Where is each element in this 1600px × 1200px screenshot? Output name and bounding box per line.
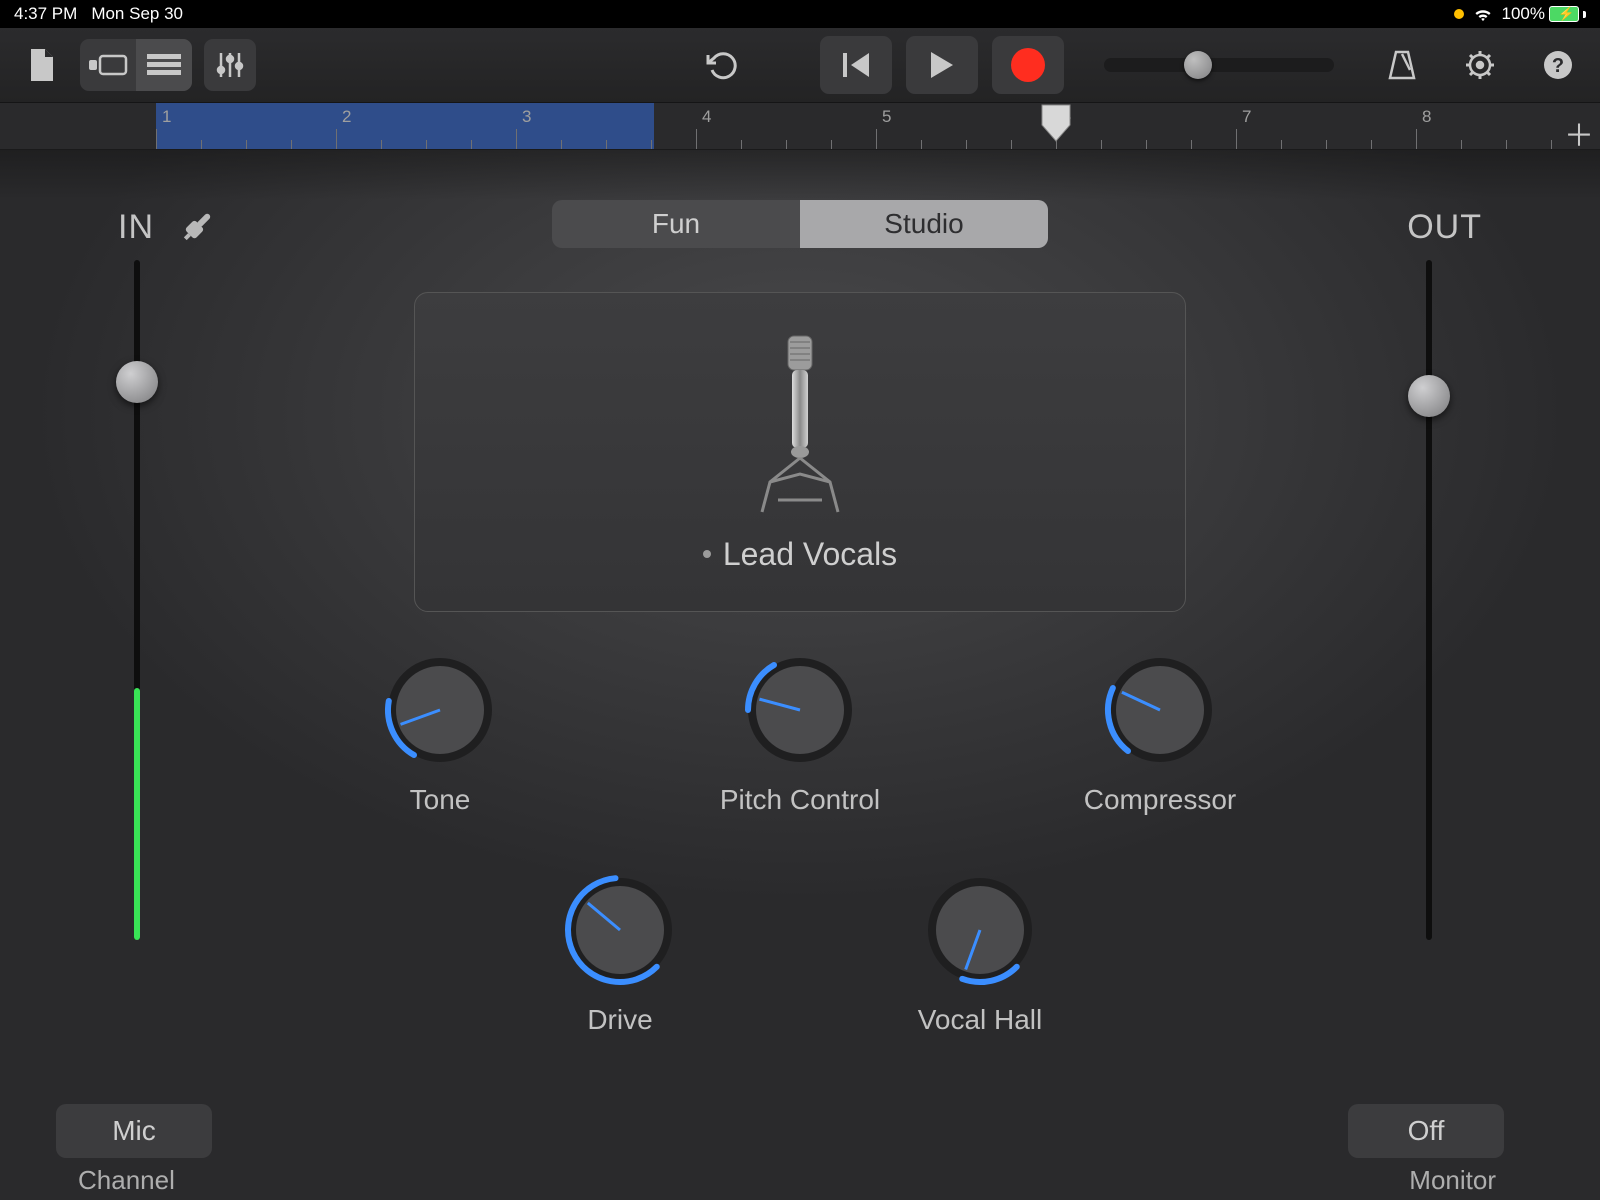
wifi-icon (1472, 6, 1494, 22)
knob-label: Drive (587, 1004, 652, 1036)
mode-studio[interactable]: Studio (800, 200, 1048, 248)
microphone-icon (750, 332, 850, 522)
view-toggle (80, 39, 192, 91)
channel-label: Channel (78, 1165, 175, 1196)
monitor-off-button[interactable]: Off (1348, 1104, 1504, 1158)
status-date: Mon Sep 30 (91, 4, 183, 24)
knob-pitch-control[interactable] (740, 650, 860, 770)
bar-number: 8 (1422, 107, 1431, 127)
output-level-slider[interactable] (1426, 260, 1432, 940)
channel-mic-button[interactable]: Mic (56, 1104, 212, 1158)
knob-vocal-hall[interactable] (920, 870, 1040, 990)
record-button[interactable] (992, 36, 1064, 94)
bar-number: 3 (522, 107, 531, 127)
preset-indicator-icon (703, 550, 711, 558)
preset-card[interactable]: Lead Vocals (414, 292, 1186, 612)
knob-drive[interactable] (560, 870, 680, 990)
output-slider-thumb[interactable] (1408, 375, 1450, 417)
knob-label: Pitch Control (720, 784, 880, 816)
master-volume-thumb[interactable] (1184, 51, 1212, 79)
input-plug-icon[interactable] (178, 206, 218, 251)
mode-segmented-control: Fun Studio (552, 200, 1048, 248)
settings-button[interactable] (1454, 39, 1506, 91)
go-to-start-button[interactable] (820, 36, 892, 94)
bar-number: 7 (1242, 107, 1251, 127)
playhead[interactable] (1036, 103, 1076, 143)
undo-button[interactable] (696, 39, 748, 91)
recording-indicator-icon (1454, 9, 1464, 19)
input-label: IN (118, 208, 154, 247)
browser-view-button[interactable] (80, 39, 136, 91)
svg-text:?: ? (1552, 55, 1564, 77)
record-icon (1011, 48, 1045, 82)
mic-label: Mic (112, 1115, 156, 1147)
tracks-view-button[interactable] (136, 39, 192, 91)
preset-name: Lead Vocals (723, 536, 897, 573)
my-songs-button[interactable] (16, 39, 68, 91)
status-bar: 4:37 PM Mon Sep 30 100% ⚡ (0, 0, 1600, 28)
knob-label: Tone (410, 784, 471, 816)
transport-controls (820, 36, 1064, 94)
monitor-label: Monitor (1409, 1165, 1496, 1196)
master-volume-slider[interactable] (1104, 58, 1334, 72)
help-button[interactable]: ? (1532, 39, 1584, 91)
preset-name-row: Lead Vocals (703, 536, 897, 573)
track-controls-button[interactable] (204, 39, 256, 91)
battery-icon: 100% ⚡ (1502, 4, 1586, 24)
bar-number: 4 (702, 107, 711, 127)
bar-number: 5 (882, 107, 891, 127)
add-track-button[interactable]: ＋ (1564, 111, 1594, 150)
metronome-button[interactable] (1376, 39, 1428, 91)
off-label: Off (1408, 1115, 1445, 1147)
input-level-slider[interactable] (134, 260, 140, 940)
input-slider-thumb[interactable] (116, 361, 158, 403)
knob-tone[interactable] (380, 650, 500, 770)
output-label: OUT (1407, 208, 1482, 247)
knob-label: Compressor (1084, 784, 1236, 816)
bar-number: 2 (342, 107, 351, 127)
knob-compressor[interactable] (1100, 650, 1220, 770)
knob-label: Vocal Hall (918, 1004, 1043, 1036)
bar-number: 1 (162, 107, 171, 127)
status-time: 4:37 PM (14, 4, 77, 24)
battery-level: 100% (1502, 4, 1545, 24)
play-button[interactable] (906, 36, 978, 94)
instrument-panel: IN OUT Fun Studio Lead Vocals (0, 150, 1600, 1200)
timeline-ruler[interactable]: 12345678 ＋ (0, 103, 1600, 150)
toolbar: ? (0, 28, 1600, 103)
mode-fun[interactable]: Fun (552, 200, 800, 248)
